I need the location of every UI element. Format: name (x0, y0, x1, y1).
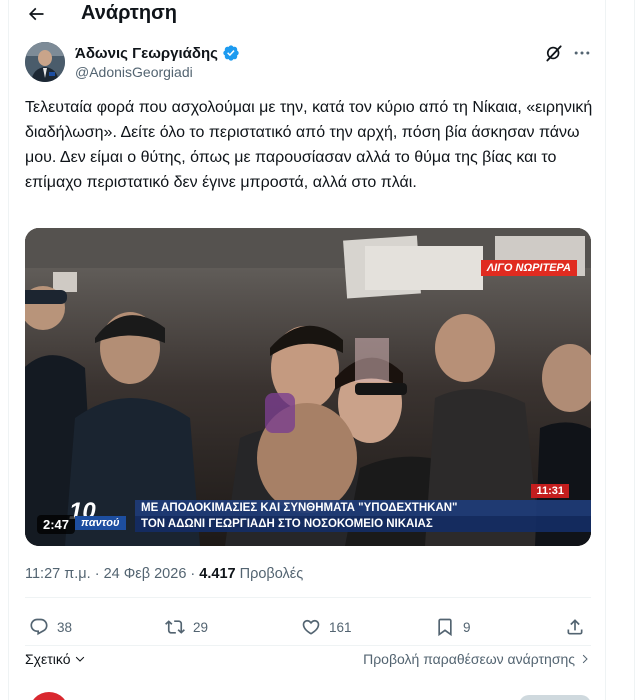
video-duration: 2:47 (37, 515, 76, 534)
divider (25, 645, 591, 646)
relevant-sort-dropdown[interactable]: Σχετικό (25, 651, 86, 667)
view-quotes-label: Προβολή παραθέσεων ανάρτησης (363, 651, 575, 667)
video-player[interactable]: ΛΙΓΟ ΝΩΡΙΤΕΡΑ 11:31 10 παντού ΜΕ ΑΠΟΔΟΚΙ… (25, 228, 591, 546)
author-name[interactable]: Άδωνις Γεωργιάδης (75, 44, 240, 62)
verified-badge-icon (223, 45, 239, 61)
relevant-label: Σχετικό (25, 651, 71, 667)
author-name-text: Άδωνις Γεωργιάδης (75, 44, 218, 62)
like-button[interactable]: 161 (301, 614, 352, 640)
meta-separator-2: · (190, 566, 196, 582)
share-button[interactable] (565, 614, 585, 640)
reply-button[interactable]: 38 (29, 614, 72, 640)
news-time: 11:31 (531, 484, 569, 498)
share-icon (567, 619, 583, 635)
sidebar-card-edge (634, 0, 641, 700)
page-title: Ανάρτηση (81, 2, 177, 24)
right-sidebar (607, 0, 641, 700)
repost-count: 29 (193, 619, 209, 635)
bookmark-count: 9 (463, 619, 471, 635)
bookmark-icon (438, 618, 452, 637)
view-quotes-link[interactable]: Προβολή παραθέσεων ανάρτησης (363, 651, 591, 667)
meta-separator: · (94, 566, 100, 582)
headline-line-2: ΤΟΝ ΑΔΩΝΙ ΓΕΩΡΓΙΑΔΗ ΣΤΟ ΝΟΣΟΚΟΜΕΙΟ ΝΙΚΑΙ… (135, 516, 591, 532)
bookmark-button[interactable]: 9 (435, 614, 471, 640)
video-badge: ΛΙΓΟ ΝΩΡΙΤΕΡΑ (480, 260, 577, 276)
reply-button-peek (519, 695, 591, 700)
chevron-down-icon (75, 656, 84, 662)
tweet-text: Τελευταία φορά που ασχολούμαι με την, κα… (25, 99, 593, 191)
avatar[interactable] (25, 42, 65, 82)
reply-count: 38 (57, 619, 73, 635)
headline-line-1: ΜΕ ΑΠΟΔΟΚΙΜΑΣΙΕΣ ΚΑΙ ΣΥΝΘΗΜΑΤΑ "ΥΠΟΔΕΧΤΗ… (135, 500, 591, 516)
heart-icon (302, 619, 320, 635)
divider (25, 597, 591, 598)
chevron-right-icon (582, 654, 588, 664)
reply-avatar-peek (29, 692, 69, 700)
more-dots-icon (574, 51, 590, 55)
back-button[interactable] (21, 0, 51, 28)
grok-button[interactable] (543, 42, 565, 64)
main-column: Ανάρτηση Άδωνις Γεωργιάδης @AdonisGeorgi… (8, 0, 606, 700)
repost-button[interactable]: 29 (165, 614, 208, 640)
news-ticker: ΜΕ ΑΠΟΔΟΚΙΜΑΣΙΕΣ ΚΑΙ ΣΥΝΘΗΜΑΤΑ "ΥΠΟΔΕΧΤΗ… (135, 500, 591, 546)
reply-icon (30, 618, 48, 636)
avatar-image (25, 42, 65, 82)
channel-name: παντού (75, 516, 126, 530)
channel-logo: 10 παντού (69, 498, 139, 532)
like-count: 161 (329, 619, 352, 635)
grok-icon (546, 45, 562, 62)
action-bar: 38 29 161 9 (25, 612, 591, 642)
views-count: 4.417 (199, 566, 236, 582)
author-handle[interactable]: @AdonisGeorgiadi (75, 64, 193, 80)
page-header: Ανάρτηση (9, 0, 607, 30)
repost-icon (165, 620, 185, 634)
views-label: Προβολές (239, 566, 304, 582)
more-options-button[interactable] (571, 42, 593, 64)
tweet-meta: 11:27 π.μ. · 24 Φεβ 2026 · 4.417 Προβολέ… (25, 566, 303, 582)
arrow-left-icon (28, 7, 44, 21)
tweet-time[interactable]: 11:27 π.μ. (25, 566, 91, 582)
tweet-date[interactable]: 24 Φεβ 2026 (104, 566, 187, 582)
